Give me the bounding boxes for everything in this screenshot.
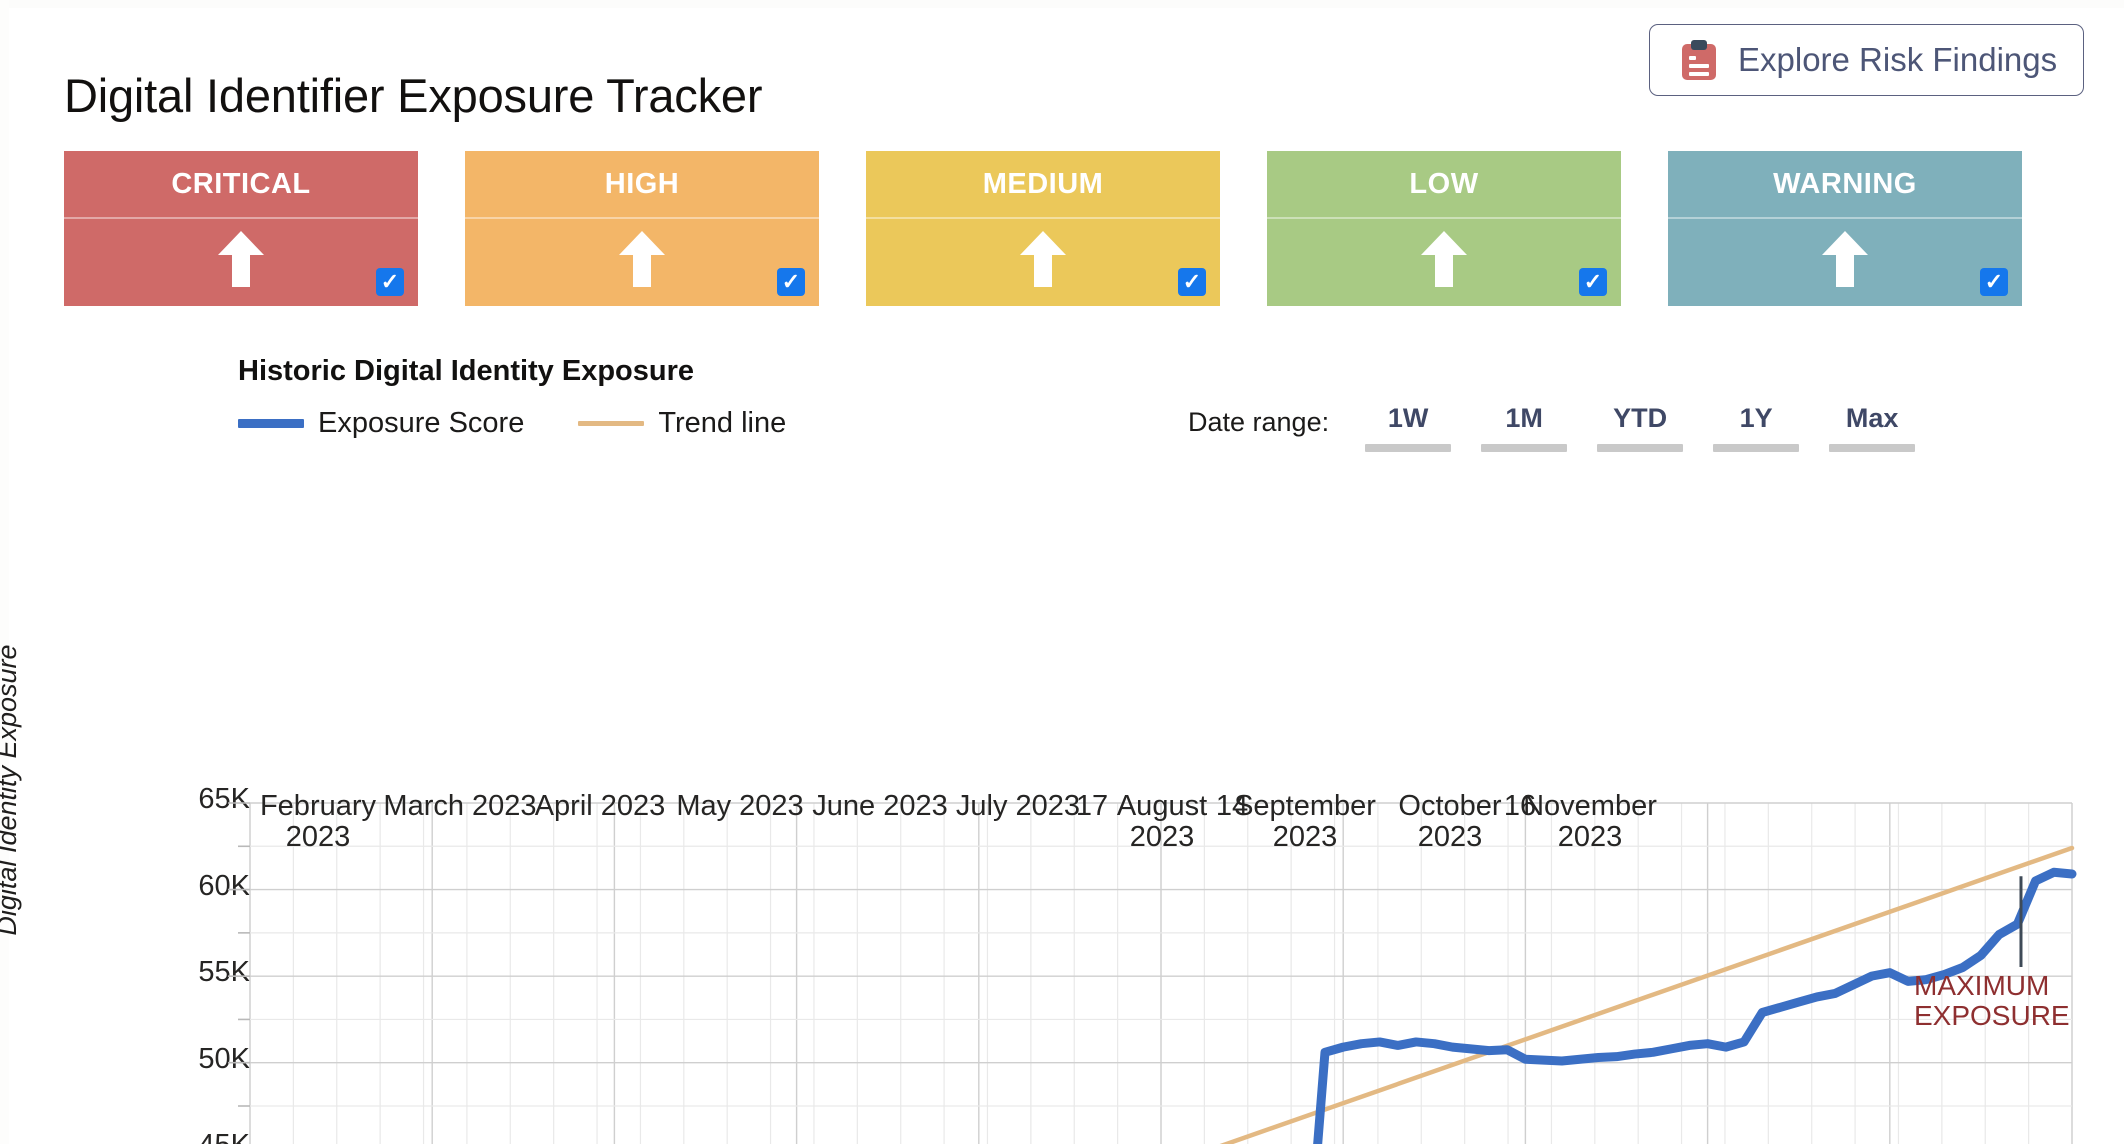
severity-card-divider [866,217,1220,219]
severity-card-checkbox[interactable]: ✓ [1579,268,1607,296]
x-axis-tick-label: November 2023 [1523,790,1657,854]
page-top-edge [9,0,2124,8]
severity-card-medium[interactable]: MEDIUM ✓ [866,151,1220,306]
trend-up-arrow-icon [619,231,665,287]
severity-card-label: HIGH [604,167,680,200]
trend-up-arrow-icon [1822,231,1868,287]
exposure-chart-panel: Historic Digital Identity Exposure Expos… [0,345,2124,1144]
trend-up-arrow-icon [218,231,264,287]
severity-card-label: LOW [1409,167,1479,200]
plot-area: 30K35K40K45K50K55K60K65K [0,345,2124,1144]
trend-up-arrow-icon [1020,231,1066,287]
trend-up-arrow-icon [1421,231,1467,287]
severity-filter-row: CRITICAL ✓ HIGH ✓ MEDIUM ✓ LOW ✓ WARNING ✓ [64,151,2068,306]
explore-risk-findings-label: Explore Risk Findings [1738,41,2058,78]
clipboard-icon [1682,40,1716,80]
severity-card-divider [1267,217,1621,219]
severity-card-critical[interactable]: CRITICAL ✓ [64,151,418,306]
severity-card-checkbox[interactable]: ✓ [777,268,805,296]
chart-svg [228,802,2077,1144]
severity-card-checkbox[interactable]: ✓ [1980,268,2008,296]
maximum-exposure-annotation: MAXIMUM EXPOSURE [1914,970,2070,1032]
severity-card-divider [465,217,819,219]
severity-card-divider [64,217,418,219]
page-title: Digital Identifier Exposure Tracker [64,69,763,122]
severity-card-label: CRITICAL [171,167,311,200]
severity-card-checkbox[interactable]: ✓ [376,268,404,296]
explore-risk-findings-button[interactable]: Explore Risk Findings [1649,24,2084,96]
severity-card-checkbox[interactable]: ✓ [1178,268,1206,296]
severity-card-low[interactable]: LOW ✓ [1267,151,1621,306]
severity-card-label: MEDIUM [982,167,1104,200]
dashboard-page: Digital Identifier Exposure Tracker Expl… [0,0,2124,1144]
severity-card-label: WARNING [1773,167,1917,200]
severity-card-divider [1668,217,2022,219]
severity-card-high[interactable]: HIGH ✓ [465,151,819,306]
severity-card-warning[interactable]: WARNING ✓ [1668,151,2022,306]
